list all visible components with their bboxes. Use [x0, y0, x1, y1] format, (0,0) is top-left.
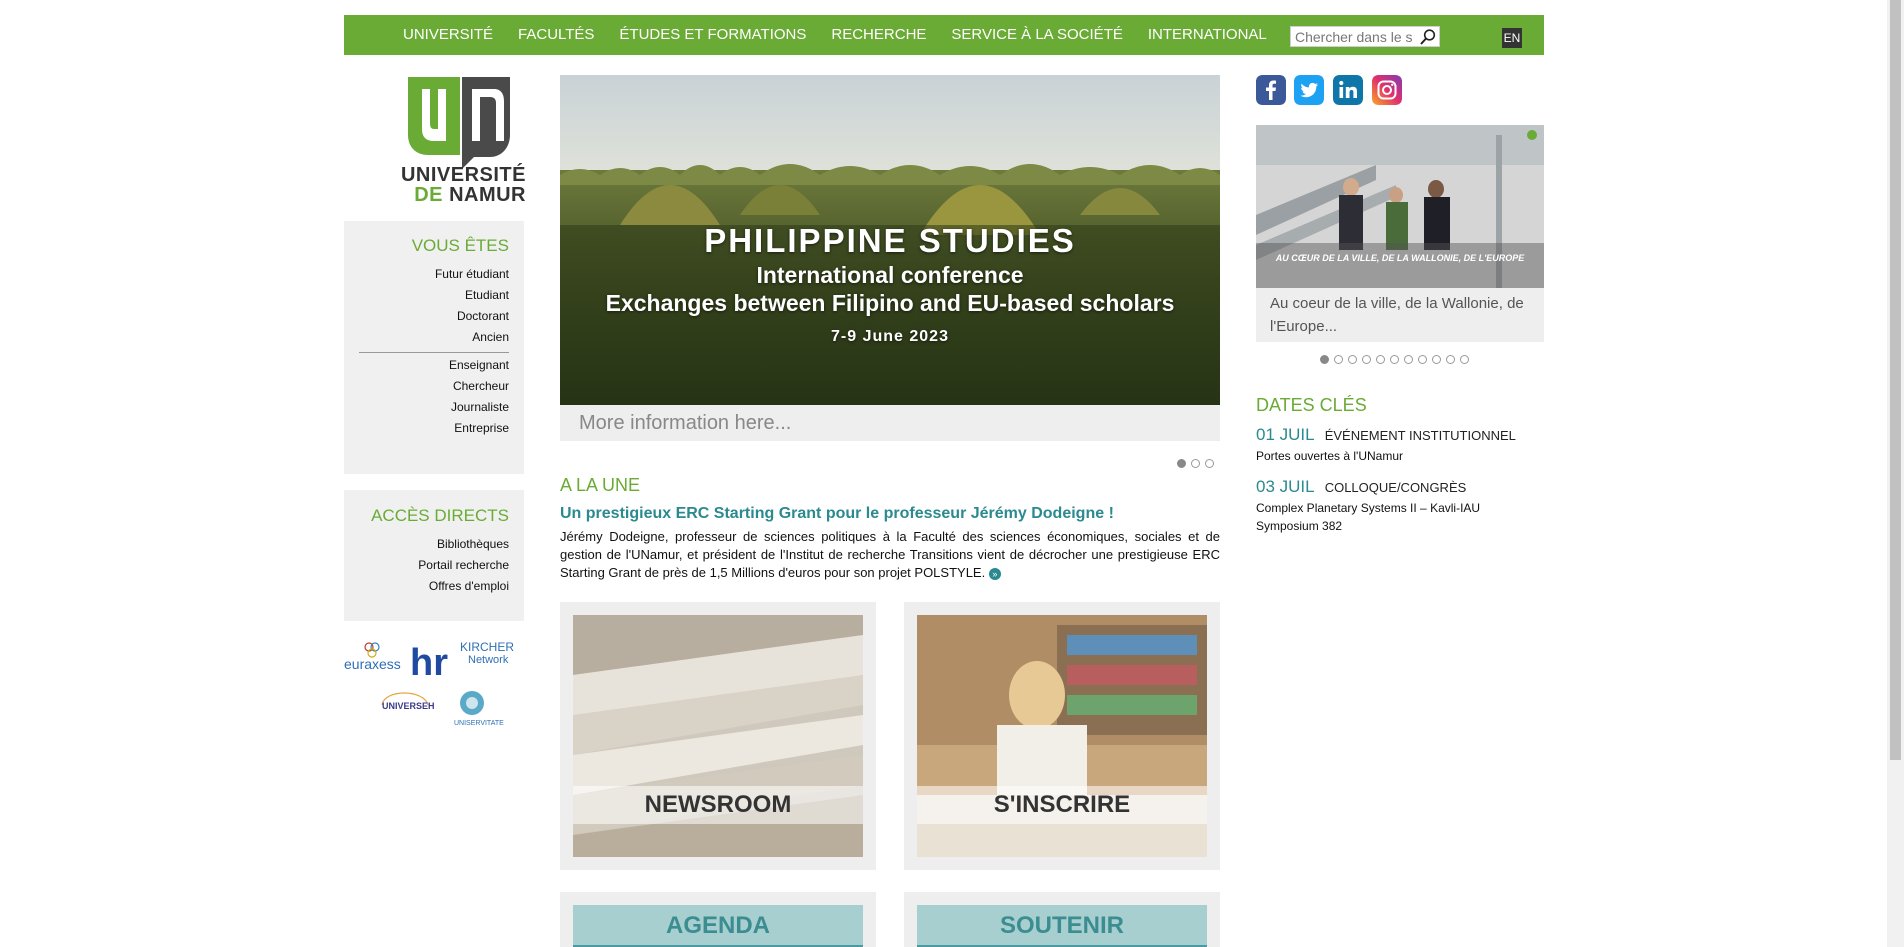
- video-caption-link[interactable]: Au coeur de la ville, de la Wallonie, de…: [1256, 288, 1544, 342]
- soutenir-label: SOUTENIR: [999, 912, 1124, 939]
- inscrire-tile[interactable]: S'INSCRIRE: [904, 602, 1220, 870]
- video-image: [1256, 125, 1544, 288]
- link-offres-emploi[interactable]: Offres d'emploi: [344, 576, 524, 597]
- uniservitate-logo[interactable]: UNISERVITATE: [454, 691, 504, 727]
- nav-item-universite[interactable]: UNIVERSITÉ: [403, 15, 493, 55]
- logo-de: DE: [414, 184, 443, 206]
- hero-banner[interactable]: PHILIPPINE STUDIES International confere…: [560, 75, 1220, 405]
- link-ancien[interactable]: Ancien: [344, 327, 524, 348]
- nav-item-international[interactable]: INTERNATIONAL: [1148, 15, 1267, 55]
- partner-logos: euraxess hr KIRCHER Network UNIVERSEH UN…: [344, 640, 514, 727]
- kircher-text: KIRCHER: [460, 640, 514, 654]
- twitter-icon[interactable]: [1294, 75, 1324, 105]
- vous-etes-title: VOUS ÊTES: [411, 236, 509, 255]
- carousel-dot[interactable]: [1320, 355, 1329, 364]
- banner-date: 7-9 June 2023: [831, 328, 949, 345]
- scrollbar-thumb[interactable]: [1890, 0, 1901, 760]
- banner-subtitle-2: Exchanges between Filipino and EU-based …: [605, 290, 1175, 316]
- nav-item-service[interactable]: SERVICE À LA SOCIÉTÉ: [951, 15, 1122, 55]
- event-title-link[interactable]: Portes ouvertes à l'UNamur: [1256, 447, 1496, 465]
- nav-item-facultes[interactable]: FACULTÉS: [518, 15, 594, 55]
- top-navigation: UNIVERSITÉ FACULTÉS ÉTUDES ET FORMATIONS…: [344, 15, 1544, 55]
- euraxess-logo[interactable]: euraxess: [344, 642, 401, 672]
- link-chercheur[interactable]: Chercheur: [344, 376, 524, 397]
- link-enseignant[interactable]: Enseignant: [344, 355, 524, 376]
- link-futur-etudiant[interactable]: Futur étudiant: [344, 264, 524, 285]
- banner-subtitle-1: International conference: [756, 262, 1024, 288]
- carousel-dot[interactable]: [1446, 355, 1455, 364]
- carousel-dot[interactable]: [1418, 355, 1427, 364]
- main-menu: UNIVERSITÉ FACULTÉS ÉTUDES ET FORMATIONS…: [403, 15, 1292, 55]
- newsroom-label: NEWSROOM: [573, 786, 863, 824]
- dates-cles-title: DATES CLÉS: [1256, 395, 1367, 415]
- link-entreprise[interactable]: Entreprise: [344, 418, 524, 439]
- vertical-scrollbar[interactable]: [1887, 0, 1904, 947]
- universeh-text: UNIVERSEH: [382, 701, 435, 711]
- a-la-une-title: A LA UNE: [560, 475, 641, 495]
- agenda-label: AGENDA: [665, 912, 770, 939]
- event-date-row: 03 JUIL COLLOQUE/CONGRÈS: [1256, 477, 1466, 497]
- linkedin-icon[interactable]: [1333, 75, 1363, 105]
- search-box: [1290, 26, 1440, 47]
- video-overlay-text: AU CŒUR DE LA VILLE, DE LA WALLONIE, DE …: [1275, 253, 1525, 263]
- carousel-dot[interactable]: [1404, 355, 1413, 364]
- video-carousel-dots: [1320, 355, 1474, 364]
- logo-line-1: UNIVERSITÉ: [400, 164, 526, 186]
- news-body-text: Jérémy Dodeigne, professeur de sciences …: [560, 529, 1220, 580]
- uniservitate-text: UNISERVITATE: [454, 720, 504, 727]
- logo-wordmark: UNIVERSITÉ DE NAMUR: [398, 165, 526, 205]
- language-switch-button[interactable]: EN: [1502, 28, 1522, 48]
- kircher-sub-text: Network: [468, 654, 509, 666]
- agenda-tile[interactable]: AGENDA: [560, 892, 876, 947]
- carousel-dot[interactable]: [1334, 355, 1343, 364]
- instagram-icon[interactable]: [1372, 75, 1402, 105]
- carousel-dot[interactable]: [1460, 355, 1469, 364]
- divider: [359, 352, 509, 353]
- euraxess-text: euraxess: [344, 656, 401, 672]
- carousel-dot[interactable]: [1376, 355, 1385, 364]
- search-input[interactable]: [1291, 27, 1413, 46]
- link-portail-recherche[interactable]: Portail recherche: [344, 555, 524, 576]
- logo-namur: NAMUR: [449, 184, 526, 206]
- inscrire-label: S'INSCRIRE: [917, 786, 1207, 824]
- carousel-dot[interactable]: [1191, 459, 1200, 468]
- page: UNIVERSITÉ FACULTÉS ÉTUDES ET FORMATIONS…: [344, 15, 1544, 947]
- carousel-dot[interactable]: [1432, 355, 1441, 364]
- hr-logo[interactable]: hr: [410, 642, 448, 684]
- vous-etes-panel: VOUS ÊTES Futur étudiant Etudiant Doctor…: [344, 221, 524, 474]
- link-journaliste[interactable]: Journaliste: [344, 397, 524, 418]
- banner-carousel-dots: [1177, 459, 1219, 468]
- nav-item-recherche[interactable]: RECHERCHE: [831, 15, 926, 55]
- news-headline-link[interactable]: Un prestigieux ERC Starting Grant pour l…: [560, 505, 1220, 523]
- search-icon[interactable]: [1419, 28, 1437, 46]
- event-date-row: 01 JUIL ÉVÉNEMENT INSTITUTIONNEL: [1256, 425, 1516, 445]
- carousel-dot[interactable]: [1177, 459, 1186, 468]
- soutenir-tile[interactable]: SOUTENIR: [904, 892, 1220, 947]
- acces-directs-title: ACCÈS DIRECTS: [371, 506, 509, 525]
- event-date: 01 JUIL: [1256, 425, 1314, 444]
- carousel-dot[interactable]: [1390, 355, 1399, 364]
- link-bibliotheques[interactable]: Bibliothèques: [344, 534, 524, 555]
- event-category: ÉVÉNEMENT INSTITUTIONNEL: [1324, 428, 1516, 443]
- universeh-logo[interactable]: UNIVERSEH: [381, 692, 435, 711]
- banner-caption-link[interactable]: More information here...: [560, 405, 1220, 441]
- carousel-dot[interactable]: [1348, 355, 1357, 364]
- kircher-logo[interactable]: KIRCHER Network: [460, 640, 514, 666]
- event-category: COLLOQUE/CONGRÈS: [1324, 480, 1467, 495]
- event-date: 03 JUIL: [1256, 477, 1314, 496]
- hr-text: hr: [410, 642, 448, 684]
- link-doctorant[interactable]: Doctorant: [344, 306, 524, 327]
- news-body: Jérémy Dodeigne, professeur de sciences …: [560, 528, 1220, 582]
- acces-directs-panel: ACCÈS DIRECTS Bibliothèques Portail rech…: [344, 490, 524, 621]
- video-thumbnail[interactable]: AU CŒUR DE LA VILLE, DE LA WALLONIE, DE …: [1256, 125, 1544, 288]
- carousel-dot[interactable]: [1362, 355, 1371, 364]
- link-etudiant[interactable]: Etudiant: [344, 285, 524, 306]
- facebook-icon[interactable]: [1256, 75, 1286, 105]
- newsroom-tile[interactable]: NEWSROOM: [560, 602, 876, 870]
- carousel-dot[interactable]: [1205, 459, 1214, 468]
- banner-title: PHILIPPINE STUDIES: [704, 222, 1076, 259]
- read-more-icon[interactable]: »: [988, 567, 1001, 580]
- nav-item-etudes[interactable]: ÉTUDES ET FORMATIONS: [619, 15, 806, 55]
- event-title-link[interactable]: Complex Planetary Systems II – Kavli-IAU…: [1256, 499, 1496, 535]
